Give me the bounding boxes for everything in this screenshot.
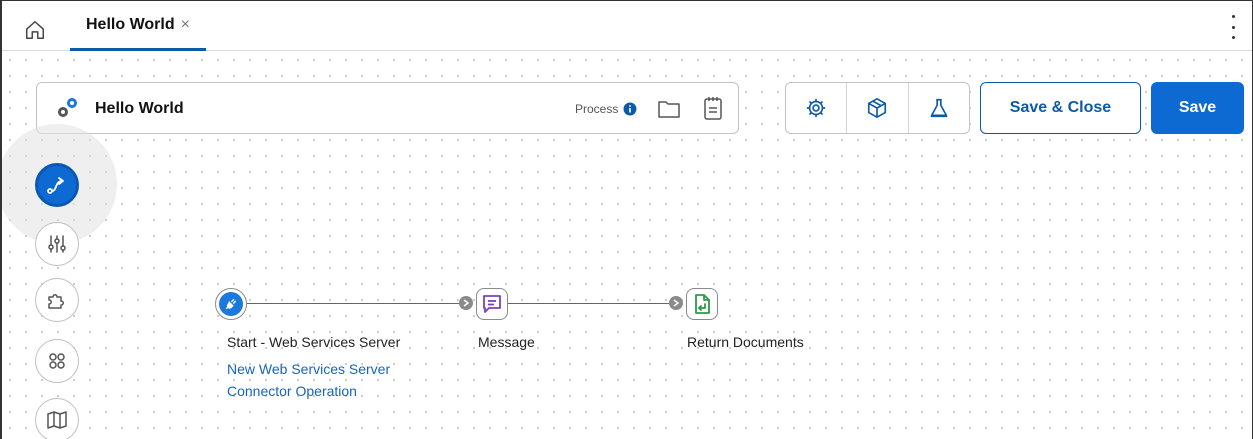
flow-route-icon bbox=[47, 177, 64, 194]
test-button[interactable] bbox=[909, 83, 969, 133]
message-bubble-icon bbox=[483, 295, 501, 313]
map-icon bbox=[47, 411, 67, 429]
return-documents-label: Return Documents bbox=[687, 334, 804, 350]
app-frame: Hello World × Hello World Process Save &… bbox=[0, 0, 1253, 439]
return-document-icon bbox=[695, 294, 710, 314]
tab-close-icon[interactable]: × bbox=[181, 16, 190, 34]
components-grid-icon bbox=[49, 353, 65, 369]
message-shape-label: Message bbox=[478, 334, 535, 350]
home-button[interactable] bbox=[24, 19, 46, 41]
chevron-right-icon bbox=[463, 299, 470, 307]
start-shape-label: Start - Web Services Server bbox=[227, 334, 401, 350]
settings-button[interactable] bbox=[786, 83, 848, 133]
process-name: Hello World bbox=[95, 100, 184, 117]
port-return-in[interactable] bbox=[669, 296, 683, 310]
tab-bar: Hello World × bbox=[2, 1, 1252, 51]
save-and-close-button[interactable]: Save & Close bbox=[980, 82, 1141, 134]
chevron-right-icon bbox=[673, 299, 680, 307]
connector-start-to-message[interactable] bbox=[247, 303, 459, 304]
settings-gear-icon bbox=[806, 98, 826, 118]
start-shape[interactable] bbox=[215, 288, 247, 320]
palette-extensions-button[interactable] bbox=[35, 278, 79, 322]
plug-connector-icon bbox=[225, 298, 237, 310]
port-message-in[interactable] bbox=[459, 296, 473, 310]
connector-message-to-return[interactable] bbox=[505, 303, 669, 304]
puzzle-piece-icon bbox=[48, 294, 64, 309]
start-operation-link[interactable]: New Web Services Server Connector Operat… bbox=[227, 358, 427, 402]
message-shape[interactable] bbox=[476, 288, 508, 320]
palette-map-button[interactable] bbox=[35, 398, 79, 439]
package-button[interactable] bbox=[847, 83, 909, 133]
process-gears-icon bbox=[58, 98, 77, 117]
folder-icon[interactable] bbox=[657, 97, 681, 121]
process-canvas[interactable]: Hello World Process Save & Close Save St… bbox=[2, 52, 1252, 439]
save-button[interactable]: Save bbox=[1151, 82, 1244, 134]
home-icon bbox=[26, 21, 44, 39]
return-documents-shape[interactable] bbox=[686, 288, 718, 320]
tool-button-group bbox=[785, 82, 970, 134]
test-flask-icon bbox=[930, 98, 948, 118]
palette-settings-button[interactable] bbox=[35, 222, 79, 266]
palette-flow-button[interactable] bbox=[35, 163, 79, 207]
more-options-icon[interactable] bbox=[1228, 15, 1238, 39]
tab-hello-world[interactable]: Hello World × bbox=[70, 1, 206, 51]
palette-components-button[interactable] bbox=[35, 339, 79, 383]
process-header: Hello World Process bbox=[36, 82, 739, 134]
info-icon[interactable] bbox=[623, 102, 637, 116]
notes-icon[interactable] bbox=[701, 95, 725, 121]
sliders-icon bbox=[48, 235, 66, 253]
process-type-label: Process bbox=[575, 102, 619, 116]
tab-title: Hello World bbox=[86, 15, 175, 33]
package-cube-icon bbox=[868, 98, 887, 118]
